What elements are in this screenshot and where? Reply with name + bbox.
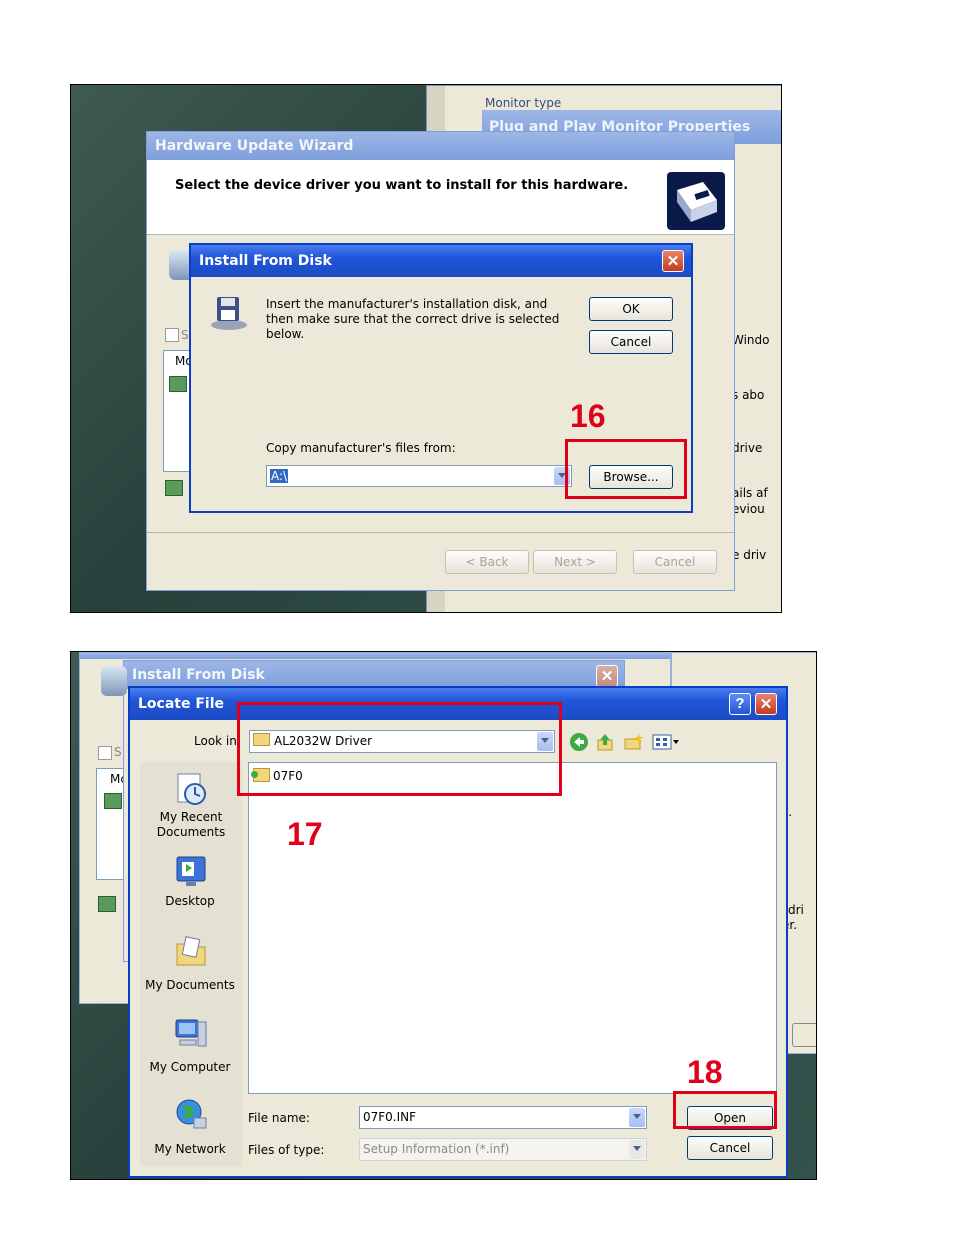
- file-list[interactable]: 07F0: [248, 762, 777, 1094]
- copy-files-label: Copy manufacturer's files from:: [266, 441, 456, 455]
- wizard-title: Hardware Update Wizard: [147, 132, 734, 160]
- files-of-type-combo[interactable]: Setup Information (*.inf): [359, 1138, 647, 1161]
- device-icon: [169, 376, 187, 392]
- dialog-close-button[interactable]: ✕: [662, 250, 684, 272]
- checkbox: [98, 746, 112, 760]
- step-17-label: 17: [287, 816, 323, 852]
- chevron-down-icon[interactable]: [629, 1140, 645, 1159]
- places-item-desktop[interactable]: Desktop: [140, 854, 242, 918]
- checkbox: [165, 328, 179, 342]
- file-name-combo[interactable]: 07F0.INF: [359, 1106, 647, 1129]
- device-icon: [104, 793, 122, 809]
- new-folder-icon[interactable]: [624, 733, 644, 751]
- desktop-icon: [174, 854, 208, 888]
- places-item-my-computer[interactable]: My Computer: [140, 1012, 242, 1082]
- views-menu-icon[interactable]: [652, 734, 680, 750]
- up-folder-icon[interactable]: [596, 732, 614, 752]
- places-label-my-computer: My Computer: [149, 1060, 231, 1074]
- partial-checkbox-label: S: [114, 745, 122, 759]
- wizard-cancel-button[interactable]: Cancel: [633, 550, 717, 574]
- wizard-back-button[interactable]: < Back: [445, 550, 529, 574]
- install-from-disk-bg-title: Install From Disk: [124, 661, 624, 689]
- screenshot-2-frame: S Mc s. dri er. Install From Disk ✕ Loca…: [70, 651, 817, 1180]
- places-label-my-documents: My Documents: [145, 978, 235, 992]
- install-from-disk-title: Install From Disk: [191, 245, 691, 277]
- side-text-6: e driv: [732, 548, 767, 562]
- side-text-1: Windo: [732, 333, 770, 347]
- dialog-cancel-button[interactable]: Cancel: [589, 330, 673, 354]
- file-name-label: File name:: [248, 1111, 310, 1125]
- places-item-my-documents[interactable]: My Documents: [140, 930, 242, 1000]
- floppy-disk-icon: [209, 295, 249, 331]
- copy-files-combo[interactable]: A:\: [266, 465, 572, 487]
- my-documents-icon: [174, 934, 208, 968]
- places-label-recent: My Recent Documents: [156, 810, 226, 839]
- places-label-my-network: My Network: [154, 1142, 226, 1156]
- locate-file-close-button[interactable]: ✕: [755, 693, 777, 715]
- hardware-wizard-icon: [667, 172, 725, 230]
- device-icon: [98, 896, 116, 912]
- locate-cancel-button[interactable]: Cancel: [687, 1136, 773, 1160]
- side-text-5: eviou: [732, 502, 765, 516]
- side-text-4: ails af: [732, 486, 768, 500]
- wizard-next-button[interactable]: Next >: [533, 550, 617, 574]
- dialog-instruction-text: Insert the manufacturer's installation d…: [266, 297, 560, 341]
- places-item-recent[interactable]: My Recent Documents: [140, 768, 242, 844]
- chevron-down-icon[interactable]: [629, 1108, 645, 1127]
- dialog-ok-button[interactable]: OK: [589, 297, 673, 321]
- back-arrow-icon[interactable]: [570, 733, 588, 751]
- side-text-3: drive: [732, 441, 763, 455]
- highlight-browse-box: [565, 439, 687, 499]
- files-of-type-label: Files of type:: [248, 1143, 325, 1157]
- places-item-my-network[interactable]: My Network: [140, 1094, 242, 1164]
- device-icon: [165, 480, 183, 496]
- partial-checkbox-label: S: [181, 328, 189, 342]
- look-in-label: Look in:: [194, 734, 241, 748]
- screenshot-1-frame: Monitor type Plug and Play Monitor Prope…: [70, 84, 782, 613]
- my-network-icon: [174, 1098, 208, 1132]
- highlight-open-box: [673, 1091, 777, 1129]
- bg-button-partial: [792, 1023, 816, 1047]
- places-label-desktop: Desktop: [165, 894, 215, 908]
- files-of-type-value: Setup Information (*.inf): [363, 1142, 510, 1156]
- recent-documents-icon: [174, 772, 208, 806]
- step-18-label: 18: [687, 1054, 723, 1090]
- step-16-label: 16: [570, 398, 606, 434]
- wizard-header-text: Select the device driver you want to ins…: [175, 178, 629, 193]
- help-button[interactable]: ?: [729, 693, 751, 715]
- highlight-folder-box: [237, 702, 562, 796]
- copy-files-value: A:\: [270, 469, 289, 483]
- wizard-disk-icon: [101, 666, 127, 696]
- side-text-2: s abo: [732, 388, 765, 402]
- file-name-value: 07F0.INF: [363, 1110, 417, 1124]
- my-computer-icon: [174, 1016, 208, 1050]
- side-text-2: dri: [788, 903, 804, 917]
- places-bar: My Recent Documents Desktop My Documents…: [140, 762, 242, 1166]
- monitor-type-groupbox-label: Monitor type: [485, 96, 562, 110]
- bg-dialog-close-button[interactable]: ✕: [596, 665, 618, 687]
